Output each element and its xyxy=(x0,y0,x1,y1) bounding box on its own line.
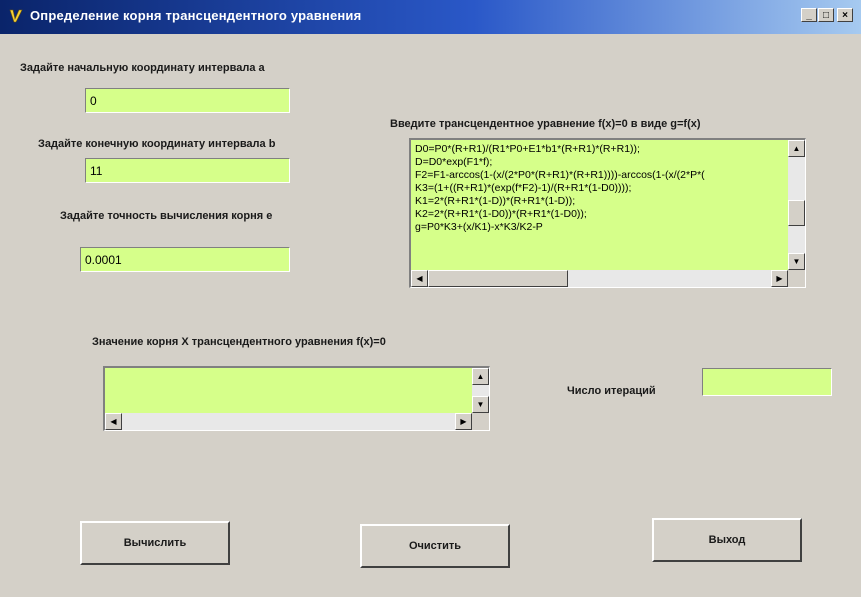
scroll-thumb[interactable] xyxy=(428,270,568,287)
close-button[interactable]: × xyxy=(837,8,853,22)
scroll-down-arrow-icon[interactable]: ▼ xyxy=(788,253,805,270)
result-text xyxy=(109,371,469,412)
equation-line: g=P0*K3+(x/K1)-x*K3/K2-P xyxy=(415,221,543,233)
exit-button[interactable]: Выход xyxy=(652,518,802,562)
maximize-button[interactable]: □ xyxy=(818,8,834,22)
window-title: Определение корня трансцендентного уравн… xyxy=(30,8,362,23)
interval-start-input[interactable] xyxy=(85,88,290,113)
precision-label: Задайте точность вычисления корня e xyxy=(60,210,273,222)
result-vertical-scrollbar[interactable]: ▲ ▼ xyxy=(472,368,489,413)
interval-start-label: Задайте начальную координату интервала a xyxy=(20,62,265,74)
equation-line: D0=P0*(R+R1)/(R1*P0+E1*b1*(R+R1)*(R+R1))… xyxy=(415,143,640,155)
equation-label: Введите трансцендентное уравнение f(x)=0… xyxy=(390,118,701,130)
equation-line: K2=2*(R+R1*(1-D0))*(R+R1*(1-D0)); xyxy=(415,208,587,220)
iterations-field[interactable] xyxy=(702,368,832,396)
interval-end-label: Задайте конечную координату интервала b xyxy=(38,138,276,150)
precision-input[interactable] xyxy=(80,247,290,272)
interval-end-input[interactable] xyxy=(85,158,290,183)
result-label: Значение корня X трансцендентного уравне… xyxy=(92,336,386,348)
scroll-left-arrow-icon[interactable]: ◀ xyxy=(105,413,122,430)
equation-line: F2=F1-arccos(1-(x/(2*P0*(R+R1)*(R+R1))))… xyxy=(415,169,705,181)
scroll-down-arrow-icon[interactable]: ▼ xyxy=(472,396,489,413)
result-memo[interactable]: ▲ ▼ ◀ ▶ xyxy=(103,366,490,431)
calculate-button[interactable]: Вычислить xyxy=(80,521,230,565)
minimize-button[interactable]: _ xyxy=(801,8,817,22)
equation-line: K3=(1+((R+R1)*(exp(f*F2)-1)/(R+R1*(1-D0)… xyxy=(415,182,632,194)
scroll-right-arrow-icon[interactable]: ▶ xyxy=(771,270,788,287)
clear-button[interactable]: Очистить xyxy=(360,524,510,568)
scroll-up-arrow-icon[interactable]: ▲ xyxy=(788,140,805,157)
scroll-right-arrow-icon[interactable]: ▶ xyxy=(455,413,472,430)
equation-horizontal-scrollbar[interactable]: ◀ ▶ xyxy=(411,270,788,287)
scroll-corner xyxy=(788,270,805,287)
scroll-up-arrow-icon[interactable]: ▲ xyxy=(472,368,489,385)
scroll-thumb[interactable] xyxy=(788,200,805,226)
equation-memo[interactable]: D0=P0*(R+R1)/(R1*P0+E1*b1*(R+R1)*(R+R1))… xyxy=(409,138,806,288)
equation-line: D=D0*exp(F1*f); xyxy=(415,156,493,168)
equation-vertical-scrollbar[interactable]: ▲ ▼ xyxy=(788,140,805,270)
scroll-left-arrow-icon[interactable]: ◀ xyxy=(411,270,428,287)
title-bar: Определение корня трансцендентного уравн… xyxy=(0,0,861,34)
equation-line: K1=2*(R+R1*(1-D))*(R+R1*(1-D)); xyxy=(415,195,576,207)
iterations-label: Число итераций xyxy=(567,385,656,397)
scroll-corner xyxy=(472,413,489,430)
app-icon xyxy=(9,9,23,23)
equation-text: D0=P0*(R+R1)/(R1*P0+E1*b1*(R+R1)*(R+R1))… xyxy=(415,143,785,269)
result-horizontal-scrollbar[interactable]: ◀ ▶ xyxy=(105,413,472,430)
